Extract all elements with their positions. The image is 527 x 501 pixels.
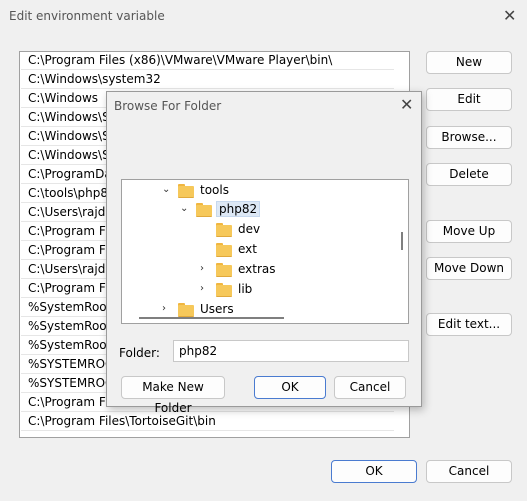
new-button[interactable]: New: [426, 51, 512, 74]
folder-icon: [178, 303, 196, 317]
tree-node-label: ext: [238, 242, 257, 256]
browse-dialog-title: Browse For Folder: [114, 99, 222, 113]
list-item-label: C:\Program Files (x86)\VMware\VMware Pla…: [28, 53, 333, 67]
cancel-button[interactable]: Cancel: [426, 460, 512, 483]
chevron-right-icon[interactable]: ›: [200, 263, 210, 274]
list-item-label: C:\Users\rajds: [28, 262, 112, 276]
tree-node-label: extras: [238, 262, 276, 276]
tree-node-label: lib: [238, 282, 253, 296]
browse-for-folder-dialog: Browse For Folder ✕ ⌄ tools ⌄ php82 dev …: [106, 91, 422, 415]
edit-text-button[interactable]: Edit text...: [426, 313, 512, 336]
list-item[interactable]: C:\Windows\system32: [21, 71, 394, 89]
chevron-down-icon[interactable]: ⌄: [162, 184, 172, 195]
tree-horizontal-scrollbar[interactable]: [139, 317, 284, 319]
ok-button[interactable]: OK: [331, 460, 417, 483]
list-item-label: C:\Windows\Sy: [28, 148, 117, 162]
folder-icon: [178, 184, 196, 198]
folder-icon: [216, 243, 234, 257]
chevron-right-icon[interactable]: ›: [162, 303, 172, 314]
browse-ok-button[interactable]: OK: [254, 376, 326, 399]
list-item-label: C:\Users\rajds: [28, 205, 112, 219]
list-item-label: C:\Program Fil: [28, 395, 112, 409]
tree-node-label: php82: [216, 201, 261, 217]
list-item-label: C:\tools\php82: [28, 186, 116, 200]
folder-icon: [216, 263, 234, 277]
list-item-label: C:\Windows\Sy: [28, 129, 117, 143]
list-item[interactable]: C:\Program Files\TortoiseGit\bin: [21, 413, 394, 431]
list-item-label: C:\Windows: [28, 91, 99, 105]
list-item-label: C:\Program Fil: [28, 243, 112, 257]
list-item-label: C:\Program Fil: [28, 281, 112, 295]
list-item-label: C:\Program Fil: [28, 224, 112, 238]
tree-node-label: tools: [200, 183, 229, 197]
list-item[interactable]: C:\Program Files (x86)\VMware\VMware Pla…: [21, 52, 394, 70]
folder-input[interactable]: php82: [173, 340, 409, 362]
tree-node-label: dev: [238, 222, 261, 236]
chevron-down-icon[interactable]: ⌄: [180, 203, 190, 214]
chevron-right-icon[interactable]: ›: [200, 283, 210, 294]
make-new-folder-button[interactable]: Make New Folder: [121, 376, 225, 415]
close-icon[interactable]: ✕: [400, 97, 413, 113]
list-item-label: C:\Windows\system32: [28, 72, 161, 86]
window-title: Edit environment variable: [9, 9, 165, 23]
folder-label: Folder:: [119, 346, 160, 360]
edit-button[interactable]: Edit: [426, 88, 512, 111]
delete-button[interactable]: Delete: [426, 163, 512, 186]
folder-tree[interactable]: ⌄ tools ⌄ php82 dev ext › extras › lib ›…: [121, 179, 409, 324]
list-item-label: C:\Windows\Sy: [28, 110, 117, 124]
tree-vertical-scrollbar[interactable]: [401, 232, 403, 250]
folder-icon: [216, 223, 234, 237]
move-up-button[interactable]: Move Up: [426, 220, 512, 243]
title-bar: Edit environment variable ✕: [0, 0, 527, 32]
folder-open-icon: [196, 203, 214, 217]
browse-cancel-button[interactable]: Cancel: [334, 376, 406, 399]
folder-icon: [216, 283, 234, 297]
move-down-button[interactable]: Move Down: [426, 257, 512, 280]
close-icon[interactable]: ✕: [503, 8, 516, 24]
browse-button[interactable]: Browse...: [426, 126, 512, 149]
list-item-label: C:\ProgramDat: [28, 167, 117, 181]
tree-node-label: Users: [200, 302, 234, 316]
